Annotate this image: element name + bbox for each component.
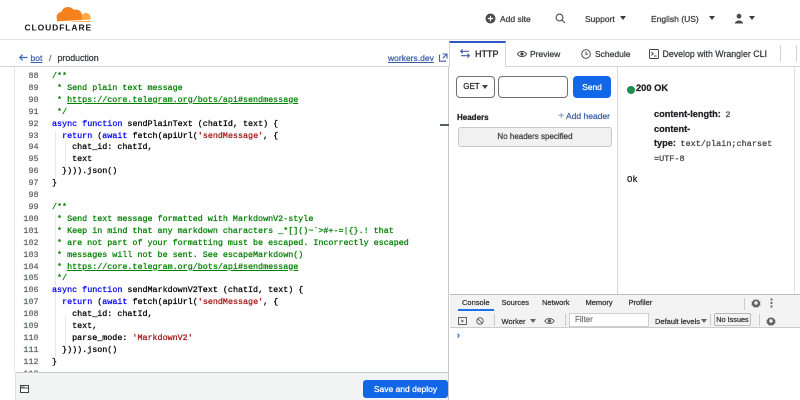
svg-text:CLOUDFLARE: CLOUDFLARE [25,23,93,33]
